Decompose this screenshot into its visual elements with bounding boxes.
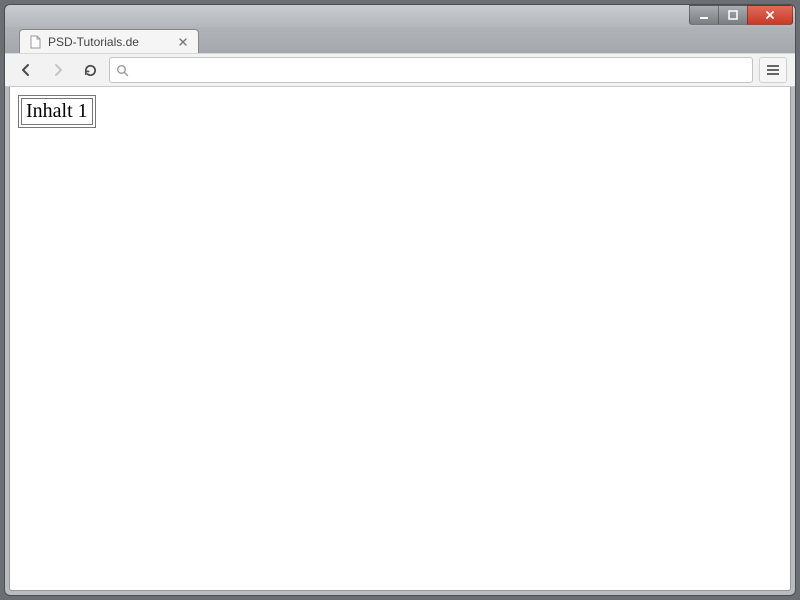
search-icon: [116, 64, 129, 77]
content-box-outer: Inhalt 1: [18, 95, 96, 128]
content-text: Inhalt 1: [21, 98, 93, 125]
minimize-button[interactable]: [689, 5, 719, 25]
file-icon: [28, 35, 42, 49]
page-viewport[interactable]: Inhalt 1: [9, 87, 791, 591]
tab-close-icon[interactable]: [176, 35, 190, 49]
tab-title: PSD-Tutorials.de: [48, 35, 170, 49]
browser-toolbar: [5, 53, 795, 87]
tab-strip: PSD-Tutorials.de: [5, 27, 795, 53]
page-content: Inhalt 1: [10, 87, 790, 136]
close-button[interactable]: [747, 5, 793, 25]
menu-button[interactable]: [759, 57, 787, 83]
browser-window: PSD-Tutorials.de Inhalt 1: [4, 4, 796, 596]
reload-button[interactable]: [77, 57, 103, 83]
url-input[interactable]: [135, 63, 746, 78]
maximize-button[interactable]: [718, 5, 748, 25]
address-bar[interactable]: [109, 57, 753, 83]
window-controls: [690, 5, 793, 25]
browser-tab[interactable]: PSD-Tutorials.de: [19, 29, 199, 53]
forward-button[interactable]: [45, 57, 71, 83]
back-button[interactable]: [13, 57, 39, 83]
